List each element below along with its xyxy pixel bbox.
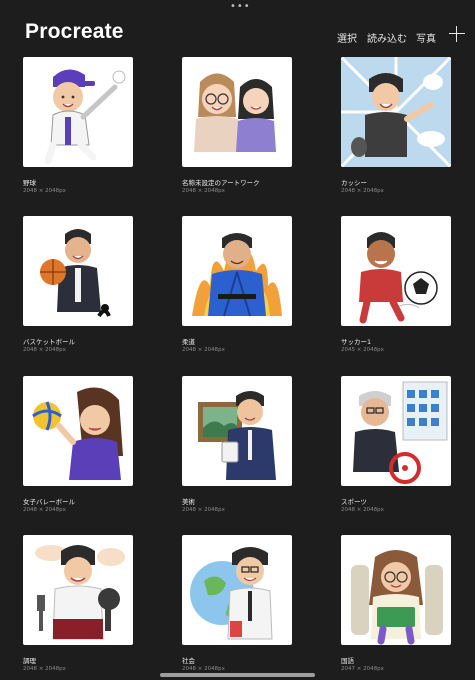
artwork-size: 2048 × 2048px — [341, 188, 384, 194]
artwork-size: 2048 × 2048px — [182, 188, 225, 194]
artwork-title: 柔道 — [182, 338, 195, 346]
artwork-card[interactable]: 国語 2047 × 2048px — [341, 535, 451, 673]
artwork-thumbnail[interactable] — [341, 535, 451, 645]
artwork-card[interactable]: スポーツ 2048 × 2048px — [341, 376, 451, 514]
artwork-thumbnail[interactable] — [23, 57, 133, 167]
artwork-title: 美術 — [182, 498, 195, 506]
artwork-card[interactable]: 野球 2048 × 2048px — [23, 57, 133, 195]
artwork-card[interactable]: 柔道 2048 × 2048px — [182, 216, 292, 354]
artwork-title: カッシー — [341, 179, 367, 187]
artwork-title: 名称未設定のアートワーク — [182, 179, 260, 187]
artwork-size: 2048 × 2048px — [182, 347, 225, 353]
artwork-thumbnail[interactable] — [341, 57, 451, 167]
home-indicator[interactable] — [160, 673, 315, 677]
artwork-size: 2048 × 2048px — [182, 666, 225, 672]
artwork-size: 2047 × 2048px — [341, 666, 384, 672]
artwork-card[interactable]: バスケットボール 2048 × 2048px — [23, 216, 133, 354]
artwork-title: スポーツ — [341, 498, 367, 506]
artwork-card[interactable]: 調理 2048 × 2048px — [23, 535, 133, 673]
artwork-title: 社会 — [182, 657, 195, 665]
artwork-title: 国語 — [341, 657, 354, 665]
artwork-card[interactable]: 女子バレーボール 2048 × 2048px — [23, 376, 133, 514]
artwork-size: 2048 × 2048px — [23, 347, 66, 353]
artwork-thumbnail[interactable] — [182, 535, 292, 645]
artwork-thumbnail[interactable] — [182, 57, 292, 167]
artwork-thumbnail[interactable] — [341, 376, 451, 486]
artwork-thumbnail[interactable] — [182, 216, 292, 326]
artwork-title: サッカー1 — [341, 338, 372, 346]
artwork-title: 女子バレーボール — [23, 498, 75, 506]
artwork-size: 2048 × 2048px — [23, 666, 66, 672]
artwork-card[interactable]: 社会 2048 × 2048px — [182, 535, 292, 673]
artwork-size: 2048 × 2048px — [182, 507, 225, 513]
artwork-thumbnail[interactable] — [23, 376, 133, 486]
artwork-thumbnail[interactable] — [341, 216, 451, 326]
artwork-card[interactable]: サッカー1 2045 × 2048px — [341, 216, 451, 354]
artwork-size: 2048 × 2048px — [341, 507, 384, 513]
artwork-card[interactable]: 名称未設定のアートワーク 2048 × 2048px — [182, 57, 292, 195]
artwork-card[interactable]: カッシー 2048 × 2048px — [341, 57, 451, 195]
artwork-title: バスケットボール — [23, 338, 75, 346]
artwork-title: 調理 — [23, 657, 36, 665]
artwork-thumbnail[interactable] — [182, 376, 292, 486]
artwork-size: 2045 × 2048px — [341, 347, 384, 353]
artwork-thumbnail[interactable] — [23, 216, 133, 326]
artwork-gallery: 野球 2048 × 2048px 名称未設定のアートワーク 2048 × 204… — [0, 0, 475, 680]
artwork-title: 野球 — [23, 179, 36, 187]
artwork-thumbnail[interactable] — [23, 535, 133, 645]
artwork-card[interactable]: 美術 2048 × 2048px — [182, 376, 292, 514]
artwork-size: 2048 × 2048px — [23, 188, 66, 194]
artwork-size: 2048 × 2048px — [23, 507, 66, 513]
